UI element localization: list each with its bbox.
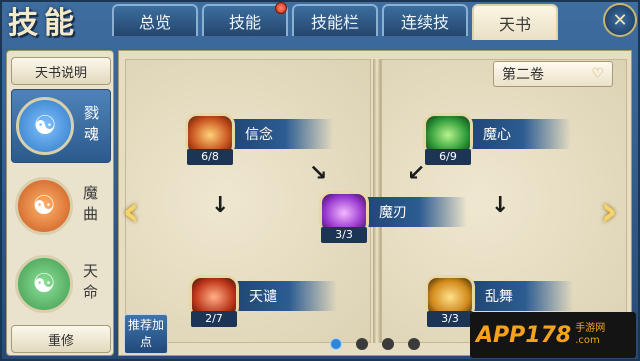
- skill-level: 6/8: [187, 149, 233, 165]
- page-dot[interactable]: [356, 338, 368, 350]
- book-item-label: 戮魂: [82, 105, 100, 147]
- blue-beast-icon: ☯: [16, 97, 74, 155]
- skill-level: 2/7: [191, 311, 237, 327]
- skill-node-xin-nian[interactable]: 信念 6/8: [185, 111, 355, 167]
- book-item-mo-qu[interactable]: ☯ 魔曲: [11, 169, 111, 243]
- tab-skill-bar[interactable]: 技能栏: [292, 4, 378, 36]
- next-page-chevron-icon[interactable]: ›: [596, 186, 622, 235]
- book-list-panel: 天书说明 ☯ 戮魂 ☯ 魔曲 ☯ 天命 重修: [6, 50, 114, 356]
- book-item-lu-hun[interactable]: ☯ 戮魂: [11, 89, 111, 163]
- skill-level: 6/9: [425, 149, 471, 165]
- reset-button[interactable]: 重修: [11, 325, 111, 353]
- orange-beast-icon: ☯: [15, 177, 73, 235]
- arrow-down-icon: ↓: [211, 193, 230, 218]
- tab-tianshu[interactable]: 天书: [472, 4, 558, 40]
- skill-node-mo-ren[interactable]: 魔刃 3/3: [319, 189, 489, 245]
- skill-book: 第二卷 ♡ 信念 6/8 魔心 6/9 魔刃 3/3 天谴 2/7 乱舞 3/3…: [118, 50, 632, 356]
- notification-dot-icon: [275, 2, 287, 14]
- watermark-sub: 手游网 .com: [575, 323, 605, 347]
- page-dot[interactable]: [330, 338, 342, 350]
- heart-chevron-icon: ♡: [591, 66, 604, 82]
- arrow-down-left-icon: ↙: [407, 161, 426, 186]
- close-icon: ✕: [612, 9, 628, 31]
- volume-label: 第二卷: [502, 67, 544, 83]
- book-item-label: 魔曲: [81, 185, 99, 227]
- tab-combo[interactable]: 连续技: [382, 4, 468, 36]
- skill-level: 3/3: [321, 227, 367, 243]
- page-indicator: [330, 338, 420, 350]
- watermark-text: APP178: [476, 322, 572, 348]
- watermark-logo: APP178 手游网 .com: [470, 312, 636, 358]
- volume-dropdown[interactable]: 第二卷 ♡: [493, 61, 613, 87]
- green-beast-icon: ☯: [15, 255, 73, 313]
- arrow-down-icon: ↓: [491, 193, 510, 218]
- skill-level: 3/3: [427, 311, 473, 327]
- skill-node-tian-qian[interactable]: 天谴 2/7: [189, 273, 359, 329]
- tab-bar: 总览 技能 技能栏 连续技 天书: [112, 4, 558, 40]
- watermark-sub-top: 手游网: [575, 323, 606, 334]
- book-item-tian-ming[interactable]: ☯ 天命: [11, 247, 111, 321]
- close-button[interactable]: ✕: [603, 3, 637, 37]
- page-dot[interactable]: [382, 338, 394, 350]
- page-dot[interactable]: [408, 338, 420, 350]
- book-info-button[interactable]: 天书说明: [11, 57, 111, 85]
- prev-page-chevron-icon[interactable]: ‹: [118, 186, 144, 235]
- recommend-points-button[interactable]: 推荐加点: [124, 314, 168, 354]
- tab-overview[interactable]: 总览: [112, 4, 198, 36]
- watermark-sub-bottom: .com: [575, 335, 600, 346]
- window-title: 技能: [8, 6, 80, 41]
- arrow-down-right-icon: ↘: [309, 161, 328, 186]
- skill-node-mo-xin[interactable]: 魔心 6/9: [423, 111, 593, 167]
- book-item-label: 天命: [81, 263, 99, 305]
